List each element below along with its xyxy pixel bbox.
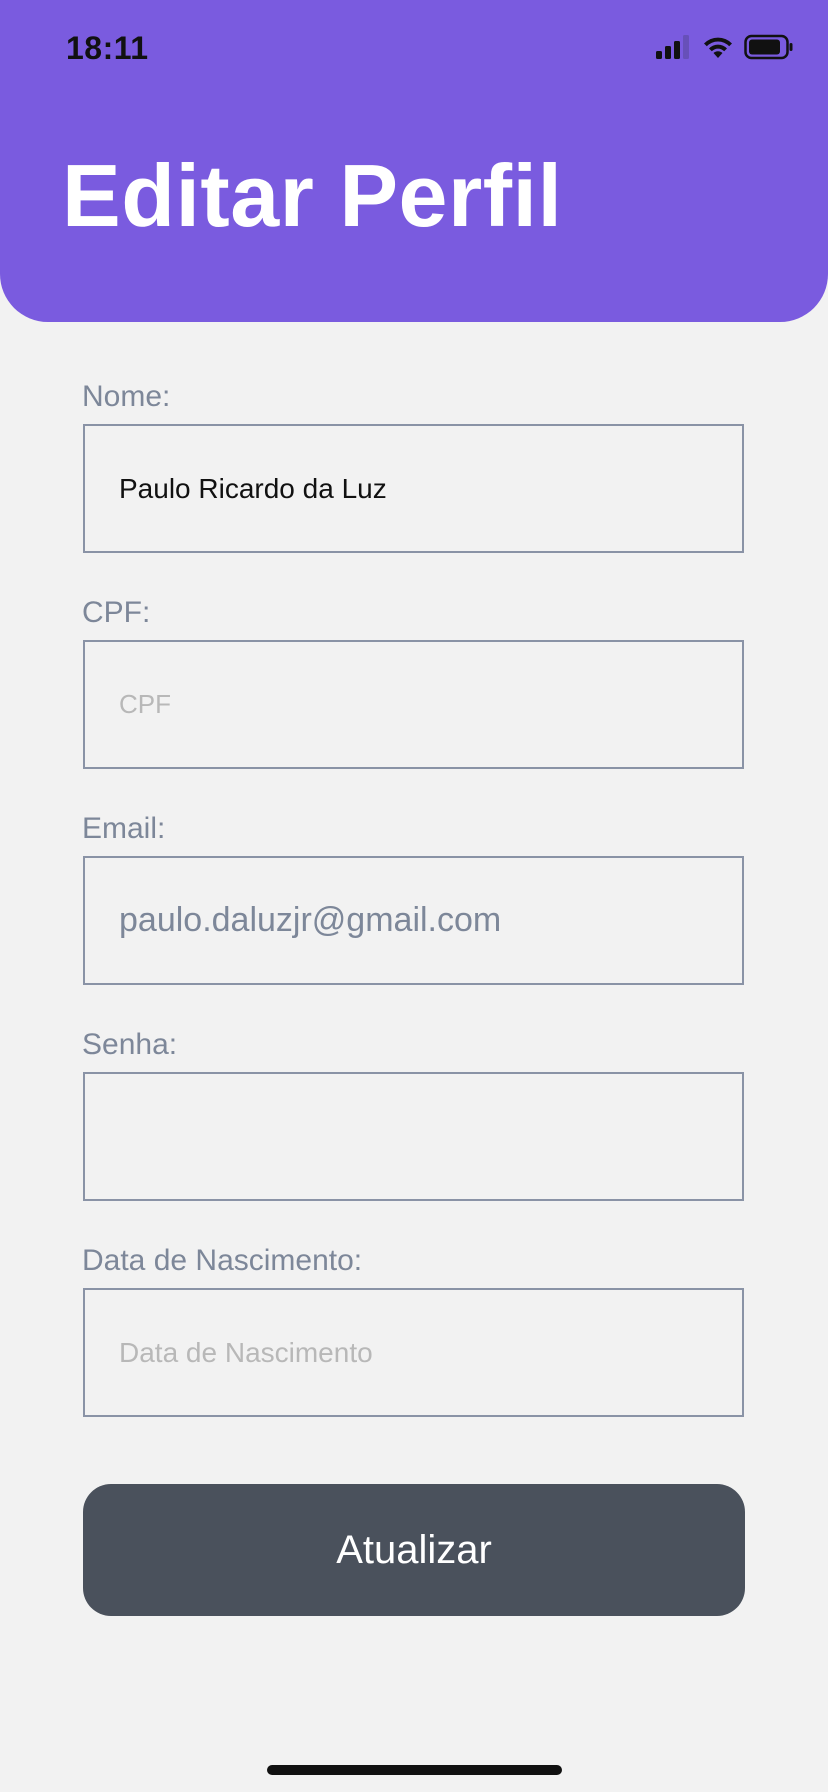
senha-label: Senha: [82, 1028, 178, 1061]
battery-icon [744, 34, 794, 65]
header-bar: 18:11 Editar Perfil [0, 0, 828, 322]
senha-field[interactable] [83, 1072, 744, 1201]
cpf-field[interactable] [83, 640, 744, 769]
home-indicator[interactable] [267, 1765, 562, 1775]
wifi-icon [702, 35, 734, 64]
page-title: Editar Perfil [62, 146, 563, 245]
data-nascimento-field[interactable] [83, 1288, 744, 1417]
nome-field[interactable] [83, 424, 744, 553]
email-label: Email: [82, 812, 166, 845]
status-time: 18:11 [66, 30, 149, 66]
cpf-label: CPF: [82, 596, 151, 629]
cellular-signal-icon [656, 34, 692, 64]
nome-label: Nome: [82, 380, 171, 413]
email-field[interactable] [83, 856, 744, 985]
data-nascimento-label: Data de Nascimento: [82, 1244, 363, 1277]
atualizar-button[interactable]: Atualizar [83, 1484, 745, 1616]
status-icons [656, 34, 794, 64]
